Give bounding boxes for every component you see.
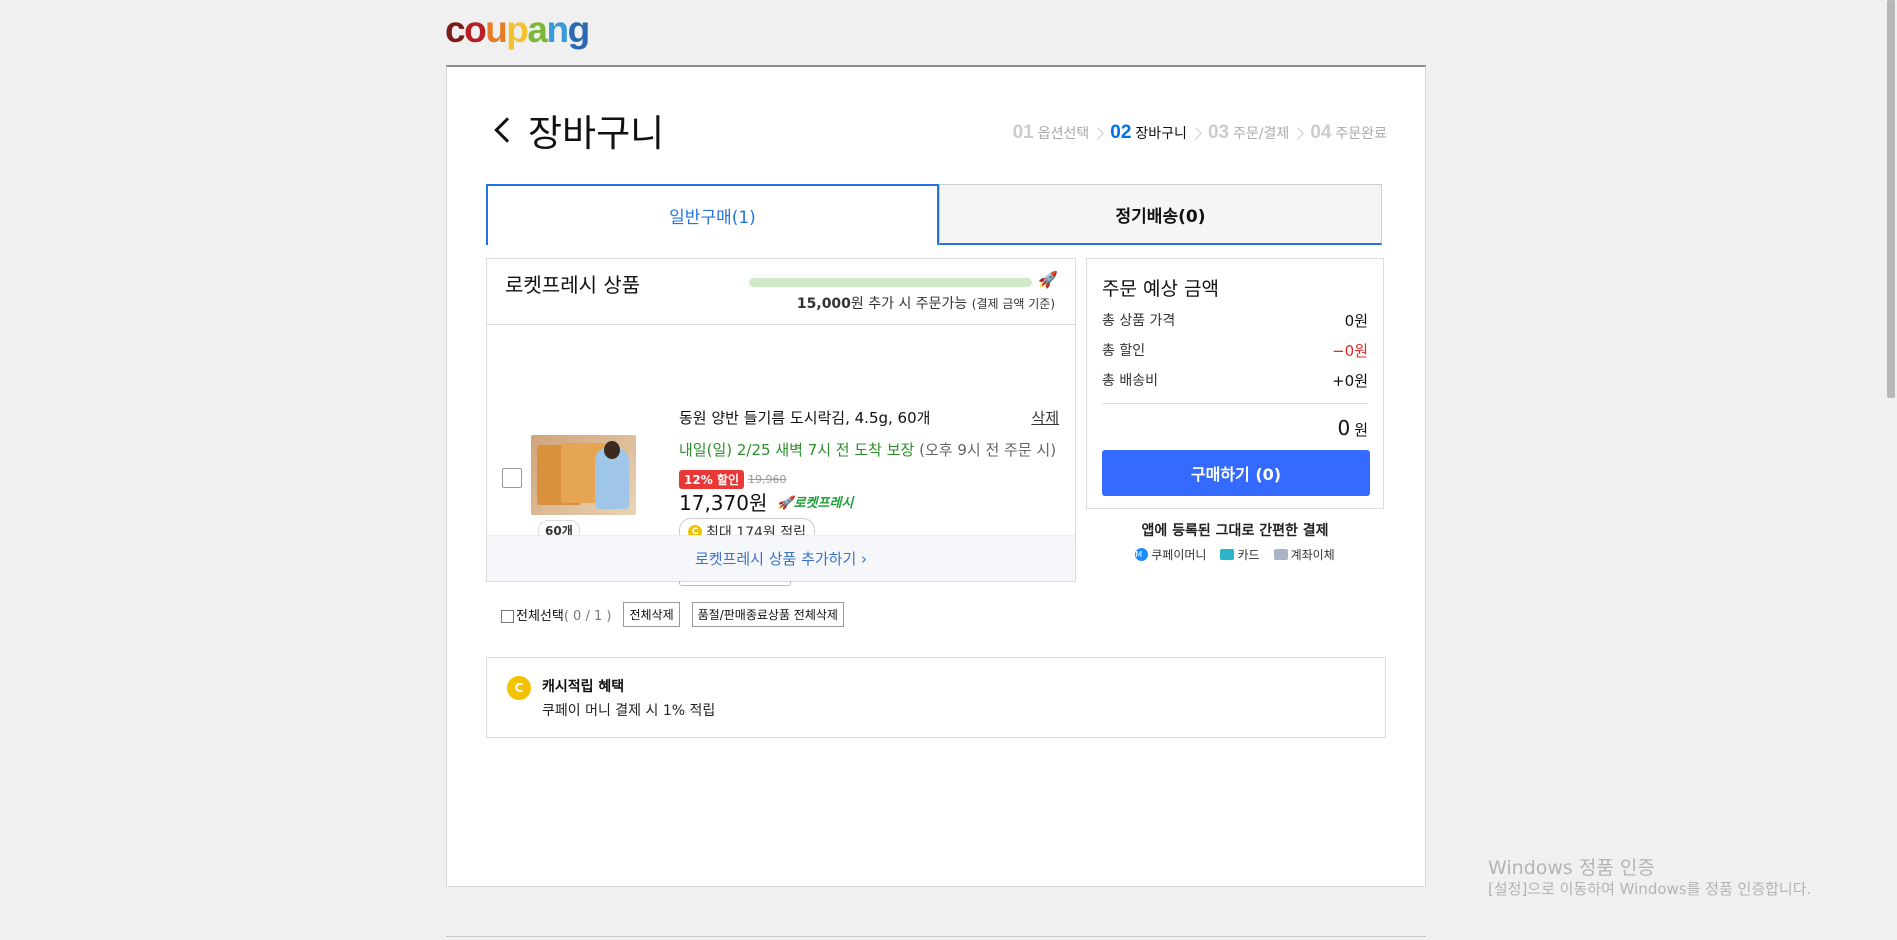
free-order-progress-bar: [749, 278, 1032, 287]
item-checkbox[interactable]: [502, 468, 522, 488]
payment-label: 카드: [1237, 548, 1260, 562]
logo-letter: c: [445, 9, 466, 50]
original-price: 19,960: [747, 473, 787, 486]
select-all-checkbox[interactable]: [501, 610, 514, 623]
logo-letter: p: [506, 9, 529, 50]
order-steps: 01 옵션선택 02 장바구니 03 주문/결제 04 주문완료: [1013, 122, 1387, 144]
step-number: 01: [1012, 122, 1034, 143]
summary-label: 총 할인: [1102, 343, 1146, 359]
bank-icon: [1273, 549, 1288, 560]
payment-coupay-money: M 쿠페이머니: [1135, 546, 1206, 563]
page-title-text: 장바구니: [528, 112, 665, 155]
summary-title: 주문 예상 금액: [1102, 278, 1219, 300]
cash-benefit-box: C 캐시적립 혜택 쿠페이 머니 결제 시 1% 적립: [486, 657, 1386, 738]
delivery-note: (오후 9시 전 주문 시): [919, 441, 1057, 459]
delete-soldout-button[interactable]: 품절/판매종료상품 전체삭제: [691, 602, 844, 627]
rocket-icon: 🚀: [1038, 270, 1058, 289]
min-order-note: (결제 금액 기준): [971, 297, 1055, 311]
payment-bank-transfer: 계좌이체: [1273, 546, 1335, 563]
step-number: 02: [1110, 122, 1132, 143]
add-rocket-fresh-link[interactable]: 로켓프레시 상품 추가하기 ›: [487, 535, 1075, 581]
step-label: 옵션선택: [1037, 126, 1090, 142]
cart-item-box: 로켓프레시 상품 🚀 15,000원 추가 시 주문가능 (결제 금액 기준) …: [486, 258, 1076, 586]
rocket-fresh-label: 로켓프레시: [793, 496, 854, 511]
summary-label: 총 배송비: [1102, 373, 1158, 389]
select-all-label: 전체선택: [516, 609, 564, 624]
step-label: 주문/결제: [1233, 126, 1290, 142]
step-cart: 02 장바구니: [1110, 122, 1187, 144]
page-title: 장바구니: [490, 103, 664, 157]
product-name[interactable]: 동원 양반 들기름 도시락김, 4.5g, 60개: [679, 407, 930, 428]
benefit-description: 쿠페이 머니 결제 시 1% 적립: [542, 703, 716, 719]
summary-value: −0원: [1332, 342, 1368, 360]
step-options: 01 옵션선택: [1013, 122, 1090, 144]
payment-label: 계좌이체: [1290, 548, 1335, 562]
model-head-shape: [604, 441, 620, 459]
logo-letter: o: [464, 9, 487, 50]
summary-row: 총 상품 가격 0원: [1102, 310, 1368, 331]
total-amount: 0: [1337, 416, 1351, 440]
windows-activation-title: Windows 정품 인증: [1488, 857, 1655, 879]
summary-row: 총 할인 −0원: [1102, 340, 1368, 361]
tab-subscription[interactable]: 정기배송(0): [939, 184, 1382, 245]
select-all[interactable]: 전체선택( 0 / 1 ): [501, 605, 611, 624]
min-order-text: 원 추가 시 주문가능: [850, 296, 968, 312]
windows-activation-text: [설정]으로 이동하여 Windows를 정품 인증합니다.: [1488, 880, 1812, 898]
chevron-right-icon: [1189, 126, 1202, 140]
buy-button[interactable]: 구매하기 (0): [1102, 450, 1370, 496]
select-count: ( 0 / 1 ): [563, 609, 612, 624]
order-summary: 주문 예상 금액 총 상품 가격 0원 총 할인 −0원 총 배송비 +0원 0…: [1086, 258, 1384, 509]
total-unit: 원: [1354, 421, 1368, 439]
logo-letter: g: [567, 9, 591, 50]
footer-divider: [446, 936, 1426, 937]
rocket-fresh-badge: 🚀로켓프레시: [777, 496, 854, 511]
step-label: 주문완료: [1335, 126, 1387, 142]
cart-item: 60개 동원 양반 들기름 도시락김, 4.5g, 60개 삭제 내일(일) 2…: [487, 325, 1075, 586]
payment-card: 카드: [1220, 546, 1260, 563]
scrollbar-thumb[interactable]: [1887, 0, 1895, 398]
selection-row: 전체선택( 0 / 1 ) 전체삭제 품절/판매종료상품 전체삭제: [501, 602, 844, 627]
logo-letter: n: [546, 9, 569, 50]
payment-title: 앱에 등록된 그대로 간편한 결제: [1141, 523, 1329, 539]
payment-options: M 쿠페이머니 카드 계좌이체: [1086, 546, 1384, 563]
step-number: 03: [1207, 122, 1230, 143]
delete-all-button[interactable]: 전체삭제: [623, 602, 680, 627]
logo-letter: u: [485, 9, 508, 50]
step-number: 04: [1310, 122, 1332, 143]
chevron-right-icon: [1291, 126, 1305, 140]
back-chevron-icon[interactable]: [494, 117, 520, 143]
step-label: 장바구니: [1135, 126, 1187, 142]
step-checkout: 03 주문/결제: [1208, 122, 1289, 144]
coin-icon: C: [507, 676, 531, 700]
benefit-title: 캐시적립 혜택: [542, 679, 625, 695]
price-row: 17,370원 🚀로켓프레시: [679, 487, 853, 516]
product-thumbnail[interactable]: [531, 435, 636, 515]
purchase-tabs: 일반구매(1) 정기배송(0): [486, 184, 1382, 245]
section-title: 로켓프레시 상품: [505, 273, 641, 297]
tab-general-purchase[interactable]: 일반구매(1): [486, 184, 939, 245]
delete-item-link[interactable]: 삭제: [1031, 407, 1059, 428]
summary-label: 총 상품 가격: [1102, 313, 1176, 329]
step-complete: 04 주문완료: [1310, 122, 1387, 144]
min-order-amount: 15,000: [796, 296, 851, 312]
coupang-logo[interactable]: coupang: [445, 8, 591, 52]
summary-total: 0원: [1102, 416, 1368, 440]
card-icon: [1220, 549, 1235, 560]
logo-letter: a: [527, 9, 548, 50]
summary-value: +0원: [1332, 372, 1368, 390]
delivery-guarantee: 내일(일) 2/25 새벽 7시 전 도착 보장 (오후 9시 전 주문 시): [679, 439, 1056, 460]
coupay-icon: M: [1135, 548, 1149, 561]
scrollbar[interactable]: [1883, 0, 1897, 940]
summary-value: 0원: [1344, 312, 1368, 330]
cart-section-header: 로켓프레시 상품 🚀 15,000원 추가 시 주문가능 (결제 금액 기준): [487, 259, 1075, 325]
summary-divider: [1102, 403, 1368, 404]
sale-price: 17,370원: [679, 491, 768, 515]
summary-row: 총 배송비 +0원: [1102, 370, 1368, 391]
chevron-right-icon: [1091, 126, 1105, 140]
min-order-message: 15,000원 추가 시 주문가능 (결제 금액 기준): [797, 293, 1055, 313]
delivery-text: 내일(일) 2/25 새벽 7시 전 도착 보장: [679, 441, 915, 459]
payment-label: 쿠페이머니: [1151, 548, 1207, 562]
